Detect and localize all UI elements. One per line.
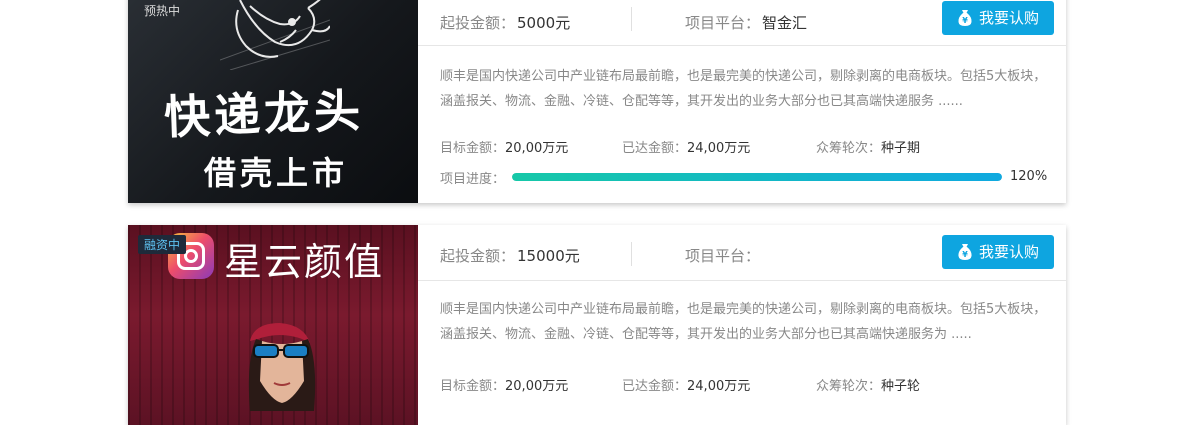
divider xyxy=(631,242,632,266)
funding-round-value: 种子轮 xyxy=(881,379,921,394)
project-image[interactable]: 预热中 快递龙头 借壳上市 xyxy=(128,0,418,203)
project-header: 起投金额： 5000元 项目平台： 智金汇 ¥ 我要认购 xyxy=(418,0,1066,46)
min-investment-value: 5000元 xyxy=(517,14,571,32)
min-investment: 起投金额： 5000元 xyxy=(440,12,570,33)
project-header: 起投金额： 15000元 项目平台： ¥ 我要认购 xyxy=(418,225,1066,281)
funding-round: 众筹轮次：种子期 xyxy=(816,137,920,156)
project-description: 顺丰是国内快递公司中产业链布局最前瞻，也是最完美的快递公司，剔除剥离的电商板块。… xyxy=(440,69,1047,109)
platform-value: 智金汇 xyxy=(762,14,808,32)
image-title: 星云颜值 xyxy=(224,240,385,284)
target-amount-value: 20,00万元 xyxy=(505,141,569,156)
project-platform: 项目平台： 智金汇 xyxy=(685,12,807,33)
target-amount-label: 目标金额： xyxy=(440,379,506,394)
person-photo xyxy=(248,323,316,411)
funding-round: 众筹轮次：种子轮 xyxy=(816,375,920,394)
min-investment-label: 起投金额： xyxy=(440,247,516,265)
image-title: 快递龙头 xyxy=(163,83,365,145)
divider xyxy=(631,7,632,31)
target-amount-value: 20,00万元 xyxy=(505,379,569,394)
status-badge: 融资中 xyxy=(138,235,187,254)
project-info: 起投金额： 15000元 项目平台： ¥ 我要认购 顺丰是国内快递公司中产业链布局… xyxy=(418,225,1066,425)
reached-amount-value: 24,00万元 xyxy=(687,379,751,394)
target-amount: 目标金额：20,00万元 xyxy=(440,137,568,156)
money-bag-icon: ¥ xyxy=(958,244,972,260)
subscribe-button[interactable]: ¥ 我要认购 xyxy=(942,235,1054,269)
funding-round-label: 众筹轮次： xyxy=(816,379,882,394)
image-subtitle: 借壳上市 xyxy=(204,154,349,192)
target-amount-label: 目标金额： xyxy=(440,141,506,156)
money-bag-icon: ¥ xyxy=(958,10,972,26)
min-investment: 起投金额： 15000元 xyxy=(440,245,580,266)
platform-label: 项目平台： xyxy=(685,247,761,265)
progress-track xyxy=(512,173,1002,181)
subscribe-label: 我要认购 xyxy=(978,243,1039,261)
progress-fill xyxy=(512,173,1002,181)
subscribe-label: 我要认购 xyxy=(978,9,1039,27)
subscribe-button[interactable]: ¥ 我要认购 xyxy=(942,1,1054,35)
reached-amount: 已达金额：24,00万元 xyxy=(622,137,750,156)
min-investment-value: 15000元 xyxy=(517,247,580,265)
project-platform: 项目平台： xyxy=(685,245,762,266)
min-investment-label: 起投金额： xyxy=(440,14,516,32)
status-badge: 预热中 xyxy=(144,4,181,18)
svg-text:¥: ¥ xyxy=(962,250,968,259)
reached-amount-label: 已达金额： xyxy=(622,379,688,394)
progress-label: 项目进度： xyxy=(440,172,506,187)
project-card: 预热中 快递龙头 借壳上市 起投金额： 5000元 项目平台： 智金汇 ¥ 我要认购… xyxy=(128,0,1066,203)
target-amount: 目标金额：20,00万元 xyxy=(440,375,568,394)
svg-text:¥: ¥ xyxy=(962,16,968,25)
project-description: 顺丰是国内快递公司中产业链布局最前瞻，也是最完美的快递公司，剔除剥离的电商板块。… xyxy=(440,302,1047,342)
funding-round-value: 种子期 xyxy=(881,141,921,156)
project-info: 起投金额： 5000元 项目平台： 智金汇 ¥ 我要认购 顺丰是国内快递公司中产业链… xyxy=(418,0,1066,203)
platform-label: 项目平台： xyxy=(685,14,761,32)
progress-percent: 120% xyxy=(1010,169,1048,184)
dragon-icon xyxy=(220,0,330,70)
reached-amount-label: 已达金额： xyxy=(622,141,688,156)
project-image[interactable]: 星云颜值 融资中 xyxy=(128,225,418,425)
funding-round-label: 众筹轮次： xyxy=(816,141,882,156)
reached-amount-value: 24,00万元 xyxy=(687,141,751,156)
project-card: 星云颜值 融资中 起投金额： 15000元 项目平台： ¥ 我要认购 顺丰是国内… xyxy=(128,225,1066,425)
reached-amount: 已达金额：24,00万元 xyxy=(622,375,750,394)
